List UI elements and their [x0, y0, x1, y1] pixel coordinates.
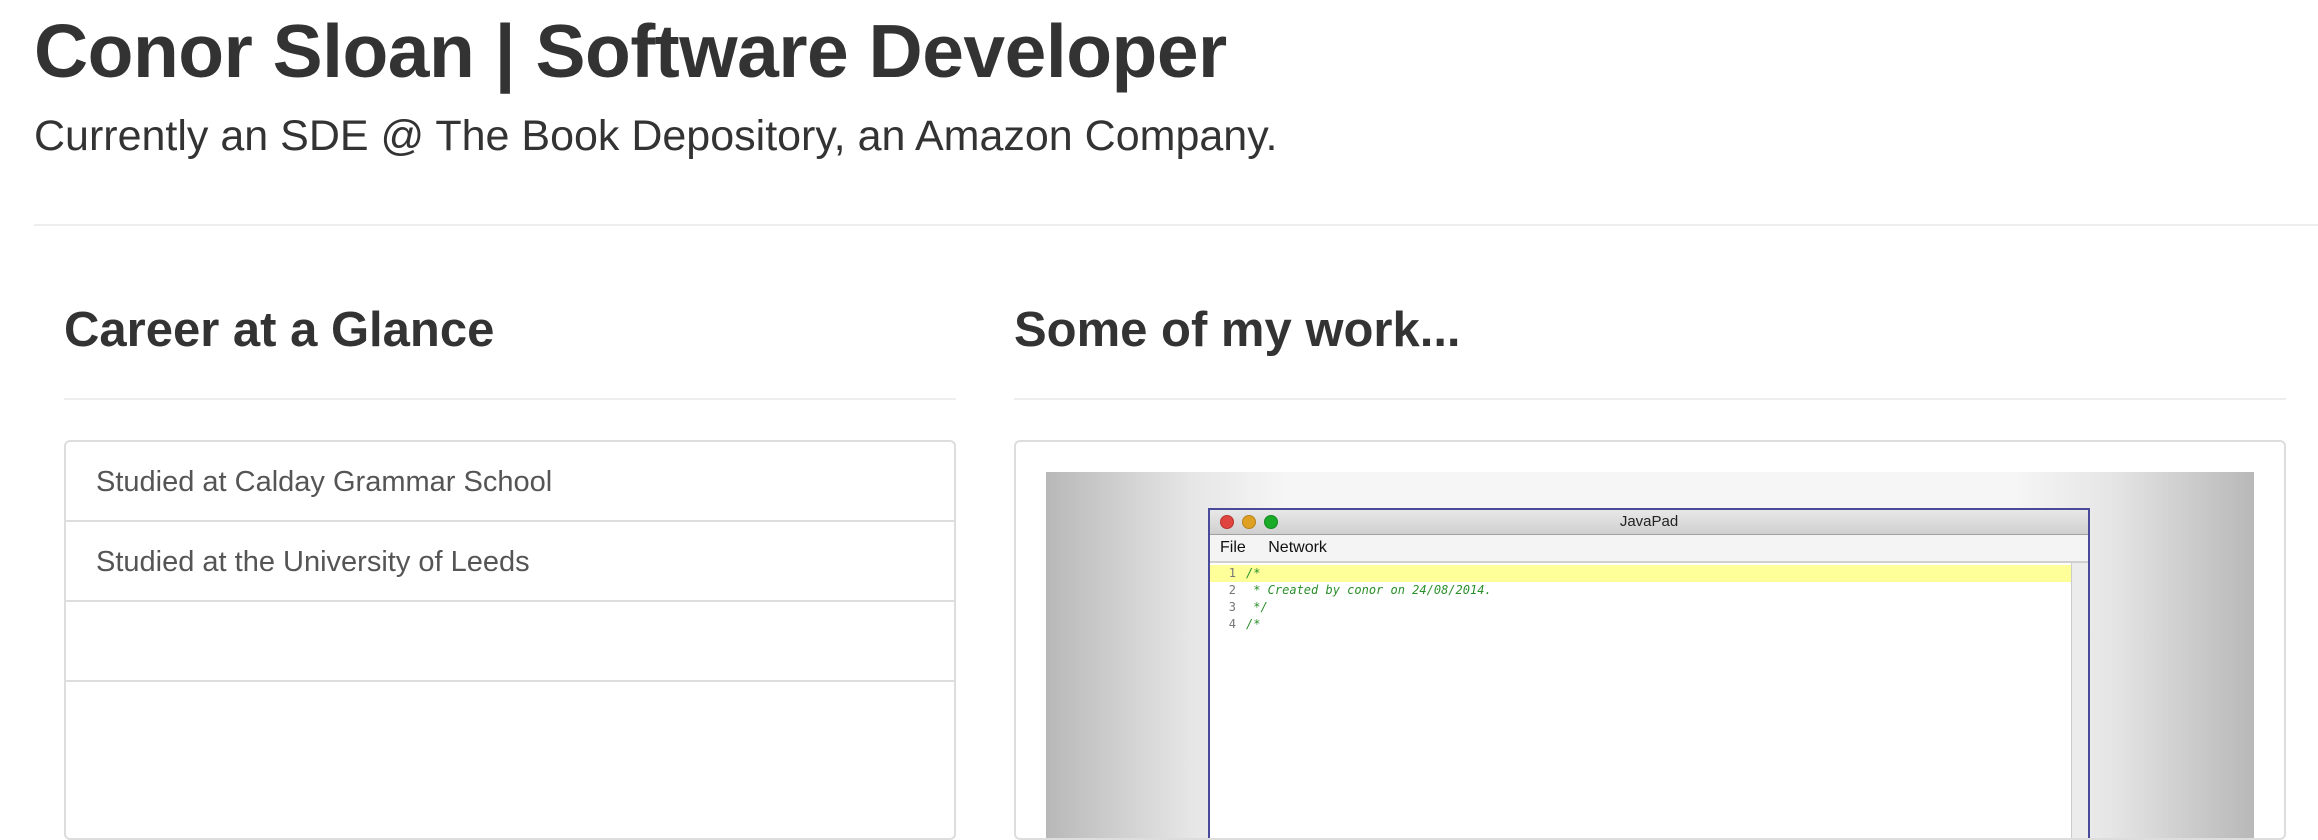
line-number: 1 [1228, 566, 1236, 580]
page-subtitle: Currently an SDE @ The Book Depository, … [34, 112, 1278, 160]
code-line: 3 */ [1210, 599, 2088, 616]
code-line: 1 /* [1210, 565, 2072, 582]
code-text: */ [1246, 600, 1268, 614]
code-text: /* [1246, 566, 1261, 580]
career-section: Career at a Glance Studied at Calday Gra… [64, 280, 956, 840]
career-heading: Career at a Glance [64, 303, 495, 357]
code-editor: 1/* 2 * Created by conor on 24/08/2014. … [1210, 563, 2088, 838]
zoom-icon [1264, 515, 1278, 529]
career-item-leeds[interactable]: Studied at the University of Leeds [66, 522, 954, 602]
javapad-window: JavaPad File Network 1 /* 2 * Created by … [1208, 508, 2090, 838]
work-heading-divider [1014, 398, 2286, 400]
career-item-calday[interactable]: Studied at Calday Grammar School [66, 442, 954, 522]
line-number: 2 [1228, 583, 1236, 597]
header-divider [34, 224, 2318, 226]
line-number: 4 [1228, 617, 1236, 631]
line-number: 3 [1228, 600, 1236, 614]
work-screenshot[interactable]: JavaPad File Network 1 /* 2 * Created by … [1046, 472, 2254, 838]
window-title: JavaPad [1619, 513, 1679, 530]
editor-scrollbar [2071, 563, 2088, 838]
window-titlebar: JavaPad [1210, 510, 2088, 535]
work-section: Some of my work... JavaPad File Network … [1014, 280, 2286, 840]
page-title: Conor Sloan | Software Developer [34, 9, 1227, 93]
menu-network: Network [1268, 539, 1327, 556]
code-text: /* [1246, 617, 1261, 631]
close-icon [1220, 515, 1234, 529]
menu-file: File [1220, 539, 1246, 556]
career-item-partial[interactable] [66, 602, 954, 682]
code-text: * Created by conor on 24/08/2014. [1246, 583, 1492, 597]
career-list: Studied at Calday Grammar School Studied… [64, 440, 956, 840]
minimize-icon [1242, 515, 1256, 529]
window-menubar: File Network [1210, 535, 2088, 563]
code-line: 2 * Created by conor on 24/08/2014. [1210, 582, 2088, 599]
career-heading-divider [64, 398, 956, 400]
code-line: 4 /* [1210, 616, 2088, 633]
work-carousel: JavaPad File Network 1 /* 2 * Created by … [1014, 440, 2286, 840]
work-heading: Some of my work... [1014, 303, 1461, 357]
